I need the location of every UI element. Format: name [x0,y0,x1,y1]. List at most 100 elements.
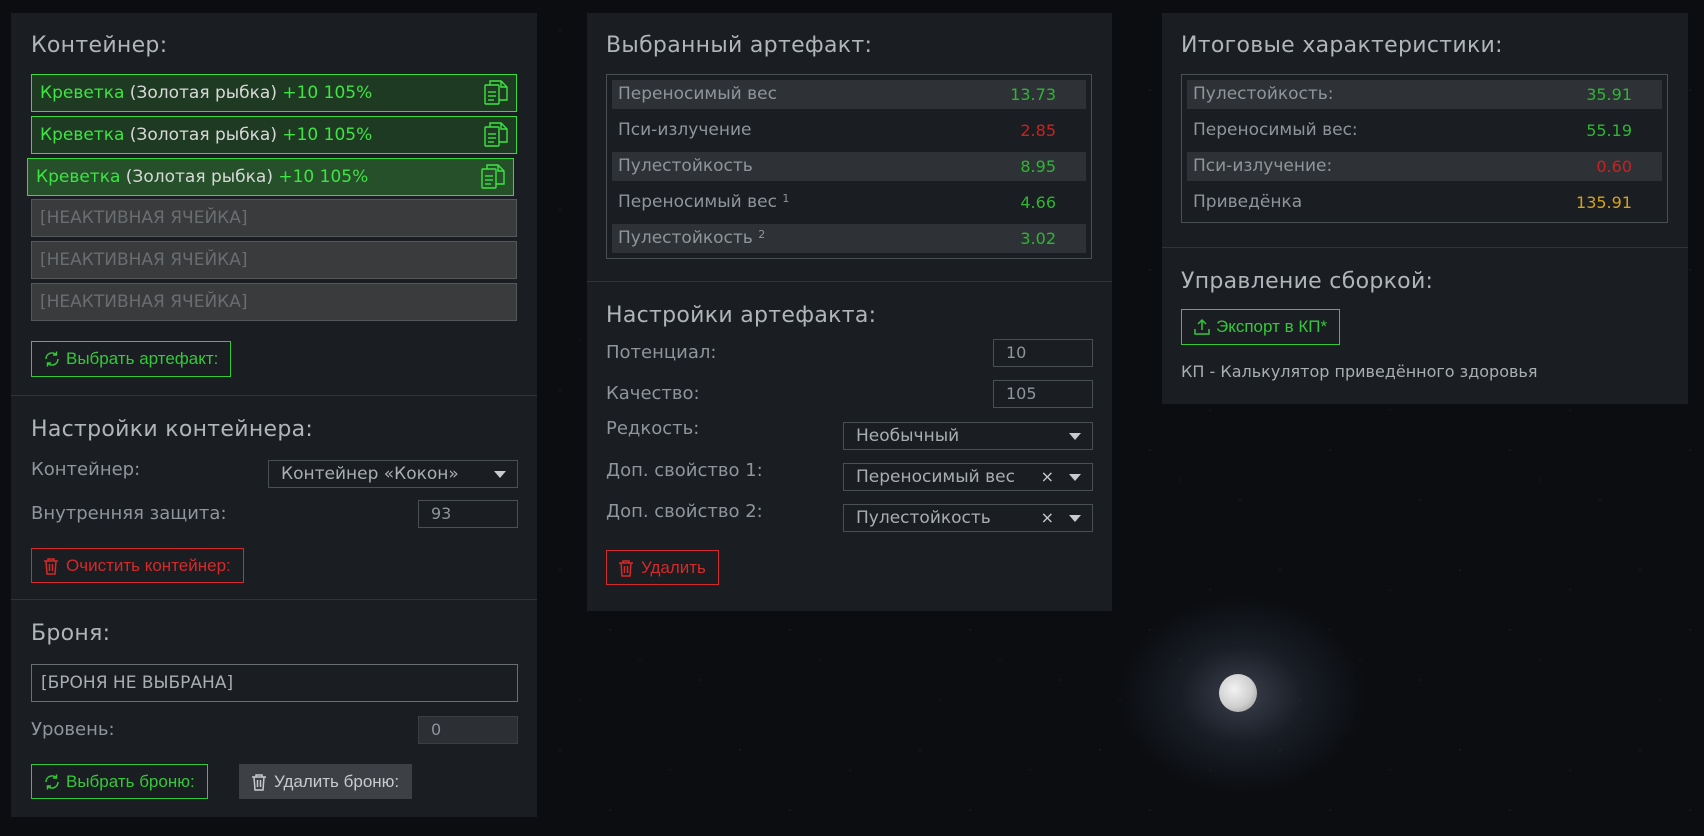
build-title: Управление сборкой: [1181,269,1434,294]
clear-container-label: Очистить контейнер: [66,556,231,575]
refresh-icon [45,351,59,367]
artifact-settings-title: Настройки артефакта: [606,303,877,328]
stat-value: 13.73 [1010,85,1056,104]
slot-artifact-name: Креветка [40,125,125,145]
slot-artifact-bonus: +10 105% [282,83,373,103]
quality-input[interactable]: 105 [993,380,1093,408]
total-value: 55.19 [1586,121,1632,140]
level-label: Уровень: [31,719,115,740]
stat-label: Пулестойкость [618,228,753,248]
rarity-select[interactable]: Необычный [843,422,1093,450]
artifact-slot[interactable]: Креветка (Золотая рыбка) +10 105% [31,74,517,112]
artifact-stats-table: Переносимый вес 13.73 Пси-излучение 2.85… [606,74,1092,259]
copy-icon[interactable] [484,80,508,106]
stat-label: Переносимый вес [618,84,777,104]
rarity-label: Редкость: [606,418,700,439]
total-label: Пулестойкость: [1193,84,1334,104]
inactive-slot: [НЕАКТИВНАЯ ЯЧЕЙКА] [31,283,517,321]
quality-label: Качество: [606,383,700,404]
refresh-icon [45,774,59,790]
stat-label: Пулестойкость [618,156,753,176]
select-artifact-button[interactable]: Выбрать артефакт: [31,341,232,377]
stat-label: Пси-излучение [618,120,752,140]
total-label: Переносимый вес: [1193,120,1358,140]
copy-icon[interactable] [481,164,505,190]
prop1-select[interactable]: Переносимый вес × [843,463,1093,491]
slot-artifact-base: (Золотая рыбка) [129,83,277,103]
level-input[interactable]: 0 [418,716,518,744]
container-panel: Контейнер: Креветка (Золотая рыбка) +10 … [11,13,537,817]
trash-icon [252,774,266,791]
stat-superscript: 1 [782,192,790,205]
delete-armor-button[interactable]: Удалить броню: [239,764,413,799]
potential-label: Потенциал: [606,342,717,363]
export-footnote: КП - Калькулятор приведённого здоровья [1181,362,1538,381]
inner-protection-input[interactable]: 93 [418,500,518,528]
total-row: Приведёнка 135.91 [1187,188,1662,217]
potential-input[interactable]: 10 [993,339,1093,367]
stat-row: Пси-излучение 2.85 [612,116,1086,145]
clear-icon[interactable]: × [1041,505,1054,531]
artifact-panel: Выбранный артефакт: Переносимый вес 13.7… [587,13,1112,611]
stat-value: 4.66 [1020,193,1056,212]
armor-title: Броня: [31,621,111,646]
total-value: 35.91 [1586,85,1632,104]
slot-artifact-base: (Золотая рыбка) [129,125,277,145]
prop1-label: Доп. свойство 1: [606,460,763,481]
total-value: 0.60 [1596,157,1632,176]
total-row: Переносимый вес: 55.19 [1187,116,1662,145]
slot-artifact-bonus: +10 105% [282,125,373,145]
moon-image [1219,674,1257,712]
inactive-slot: [НЕАКТИВНАЯ ЯЧЕЙКА] [31,241,517,279]
stat-label: Переносимый вес [618,192,777,212]
delete-armor-label: Удалить броню: [274,772,400,791]
clear-icon[interactable]: × [1041,464,1054,490]
trash-icon [44,558,58,575]
stat-value: 2.85 [1020,121,1056,140]
select-armor-button[interactable]: Выбрать броню: [31,764,208,799]
clear-container-button[interactable]: Очистить контейнер: [31,548,244,583]
export-button[interactable]: Экспорт в КП* [1181,309,1341,345]
prop2-select[interactable]: Пулестойкость × [843,504,1093,532]
totals-title: Итоговые характеристики: [1181,33,1503,58]
chevron-down-icon [1069,433,1081,440]
chevron-down-icon [494,471,506,478]
total-row: Пулестойкость: 35.91 [1187,80,1662,109]
slot-artifact-bonus: +10 105% [278,167,369,187]
trash-icon [619,560,633,577]
copy-icon[interactable] [484,122,508,148]
upload-icon [1194,318,1210,335]
total-value: 135.91 [1576,193,1632,212]
chevron-down-icon [1069,515,1081,522]
prop2-label: Доп. свойство 2: [606,501,763,522]
container-type-value: Контейнер «Кокон» [281,464,459,484]
slot-artifact-name: Креветка [40,83,125,103]
slot-artifact-name: Креветка [36,167,121,187]
chevron-down-icon [1069,474,1081,481]
prop2-value: Пулестойкость [856,508,991,528]
container-settings-title: Настройки контейнера: [31,417,314,442]
stat-row: Пулестойкость 2 3.02 [612,224,1086,253]
select-artifact-label: Выбрать артефакт: [66,349,219,368]
inactive-slot: [НЕАКТИВНАЯ ЯЧЕЙКА] [31,199,517,237]
stat-value: 3.02 [1020,229,1056,248]
stat-row: Переносимый вес 13.73 [612,80,1086,109]
selected-artifact-title: Выбранный артефакт: [606,33,873,58]
stat-value: 8.95 [1020,157,1056,176]
stat-superscript: 2 [758,228,766,241]
container-type-select[interactable]: Контейнер «Кокон» [268,460,518,488]
select-armor-label: Выбрать броню: [66,772,195,791]
prop1-value: Переносимый вес [856,467,1015,487]
slot-artifact-base: (Золотая рыбка) [125,167,273,187]
artifact-slot[interactable]: Креветка (Золотая рыбка) +10 105% [31,116,517,154]
delete-artifact-label: Удалить [641,558,706,577]
container-title: Контейнер: [31,33,168,58]
total-label: Приведёнка [1193,192,1303,212]
delete-artifact-button[interactable]: Удалить [606,550,719,585]
inner-protection-label: Внутренняя защита: [31,503,227,524]
total-label: Пси-излучение: [1193,156,1333,176]
export-label: Экспорт в КП* [1216,317,1328,336]
artifact-slot-selected[interactable]: Креветка (Золотая рыбка) +10 105% [27,158,514,196]
totals-stats-table: Пулестойкость: 35.91 Переносимый вес: 55… [1181,74,1668,223]
armor-field[interactable]: [БРОНЯ НЕ ВЫБРАНА] [31,664,518,702]
